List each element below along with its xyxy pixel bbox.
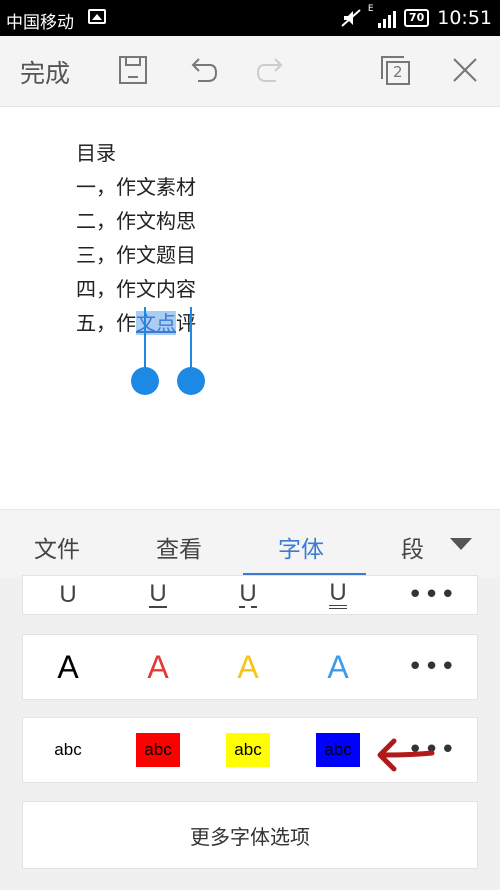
tab-view[interactable]: 查看 (156, 530, 202, 564)
doc-line[interactable]: 三，作文题目 (76, 239, 196, 268)
underline-dashed-option[interactable]: U (203, 576, 293, 614)
selection-handle-left[interactable] (131, 367, 159, 395)
highlight-none[interactable]: abc (23, 718, 113, 782)
status-bar: 中国移动 E 70 10:51 (0, 0, 500, 36)
doc-line[interactable]: 目录 (76, 137, 116, 166)
font-color-row: A A A A ••• (22, 634, 478, 700)
selection-handle-left-line[interactable] (144, 307, 146, 369)
highlight-blue[interactable]: abc (293, 718, 383, 782)
more-font-options-label: 更多字体选项 (190, 824, 310, 849)
underline-single-option[interactable]: U (113, 576, 203, 614)
editor-toolbar: 完成 2 (0, 36, 500, 107)
selection-handle-right-line[interactable] (190, 307, 192, 369)
network-type-label: E (367, 4, 374, 14)
tab-paragraph[interactable]: 段 (401, 530, 424, 564)
underline-option[interactable]: U (23, 576, 113, 614)
status-right: E 70 10:51 (340, 4, 492, 30)
font-color-red[interactable]: A (113, 635, 203, 699)
save-icon[interactable] (116, 53, 150, 87)
window-switch-icon[interactable]: 2 (378, 53, 412, 87)
tab-font[interactable]: 字体 (278, 530, 324, 564)
window-count: 2 (393, 63, 403, 81)
close-icon[interactable] (448, 53, 482, 87)
doc-line[interactable]: 一，作文素材 (76, 171, 196, 200)
chevron-down-icon[interactable] (450, 538, 472, 550)
done-button[interactable]: 完成 (20, 54, 70, 90)
underline-style-row: U U U U ••• (22, 575, 478, 615)
mute-icon (341, 9, 361, 27)
ribbon-tabs: 文件 查看 字体 段 (0, 509, 500, 578)
signal-icon: E (368, 4, 396, 28)
underline-double-option[interactable]: U (293, 576, 383, 614)
more-font-colors-button[interactable]: ••• (387, 635, 477, 699)
highlight-yellow[interactable]: abc (203, 718, 293, 782)
carrier-name: 中国移动 (6, 13, 74, 33)
clock: 10:51 (437, 7, 492, 29)
font-color-blue[interactable]: A (293, 635, 383, 699)
document-area[interactable]: 目录 一，作文素材 二，作文构思 三，作文题目 四，作文内容 五，作文点评 (0, 107, 500, 509)
doc-line-selected[interactable]: 五，作文点评 (76, 307, 196, 336)
more-underline-button[interactable]: ••• (387, 576, 477, 614)
font-panel: U U U U ••• A A A A ••• abc abc abc abc … (0, 575, 500, 890)
font-color-black[interactable]: A (23, 635, 113, 699)
line-suffix: 评 (176, 311, 196, 335)
doc-line[interactable]: 四，作文内容 (76, 273, 196, 302)
tab-file[interactable]: 文件 (34, 530, 80, 564)
redo-icon[interactable] (254, 53, 288, 87)
more-font-options-button[interactable]: 更多字体选项 (22, 801, 478, 869)
highlight-red[interactable]: abc (113, 718, 203, 782)
image-notification-icon (88, 9, 106, 24)
undo-icon[interactable] (186, 53, 220, 87)
font-color-yellow[interactable]: A (203, 635, 293, 699)
selection-handle-right[interactable] (177, 367, 205, 395)
selected-text[interactable]: 文点 (136, 311, 176, 335)
line-prefix: 五，作 (76, 311, 136, 335)
battery-icon: 70 (403, 9, 430, 27)
annotation-arrow-icon (377, 738, 435, 772)
doc-line[interactable]: 二，作文构思 (76, 205, 196, 234)
